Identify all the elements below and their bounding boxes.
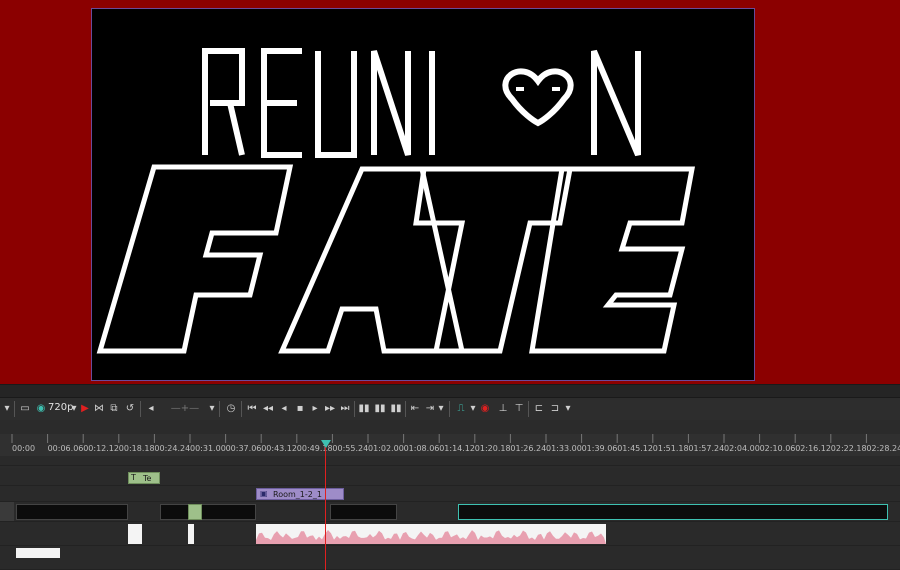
split-icon[interactable]: ⧉ [108, 402, 120, 416]
room-clip-label: Room_1-2_1 [273, 490, 322, 499]
ruler-tick-label: 01:51.18 [652, 444, 689, 453]
ruler-tick-label: 00:00 [12, 444, 36, 453]
ruler-tick-label: 01:33.00 [546, 444, 582, 453]
ruler-tick-label: 01:45.12 [617, 444, 653, 453]
text-clip-label: Te [143, 474, 152, 483]
prev-frame-icon[interactable]: ◂◂ [262, 402, 274, 416]
ruler-tick-label: 02:04.00 [724, 444, 760, 453]
audio-clip[interactable] [256, 524, 606, 544]
toolbar-divider [241, 401, 242, 417]
toolbar-divider [354, 401, 355, 417]
mark-out-icon[interactable]: ⇥ [424, 402, 436, 416]
toolbar-divider [219, 401, 220, 417]
record-icon[interactable]: ▶ [80, 402, 90, 416]
track-head[interactable] [0, 502, 14, 521]
toolbar-divider [528, 401, 529, 417]
loop-icon[interactable]: ↺ [124, 402, 136, 416]
chevron-down-icon[interactable]: ▾ [208, 402, 216, 416]
snap-icon[interactable]: ⎍ [454, 402, 468, 416]
playhead[interactable] [325, 440, 326, 570]
overlay-track: ▣ Room_1-2_1 [0, 486, 900, 502]
ruler-tick-label: 00:55.24 [332, 444, 369, 453]
transition-clip[interactable] [188, 504, 202, 520]
chevron-down-icon[interactable]: ▾ [564, 402, 572, 416]
toolbar-divider [140, 401, 141, 417]
next-frame-icon[interactable]: ▸▸ [324, 402, 336, 416]
text-clip-icon: T [131, 473, 136, 482]
ruler-tick-label: 00:12.12 [83, 444, 119, 453]
toolbar-divider [405, 401, 406, 417]
record-track-icon[interactable]: ◉ [479, 402, 491, 416]
toolbar-divider [449, 401, 450, 417]
marker-icon[interactable]: ▮▮ [358, 402, 370, 416]
video-clip[interactable] [160, 504, 256, 520]
ruler-tick-label: 00:18.18 [118, 444, 155, 453]
panel-splitter[interactable] [0, 384, 900, 398]
timeline-toolbar: ▾ ▭ ◉ 720p ▾ ▶ ⋈ ⧉ ↺ ◂ —+— ▾ ◷ ⏮ ◂◂ ◂ ▪ … [0, 398, 900, 420]
video-clip[interactable] [330, 504, 397, 520]
clock-icon[interactable]: ◷ [224, 402, 238, 416]
mark-in-icon[interactable]: ⇤ [409, 402, 421, 416]
video-track [0, 502, 900, 522]
ruler-tick-label: 01:14.12 [439, 444, 475, 453]
ruler-tick-label: 00:43.12 [261, 444, 297, 453]
trim-icon[interactable]: ⋈ [93, 402, 105, 416]
ruler-tick-label: 01:26.24 [510, 444, 547, 453]
volume-icon[interactable]: ◂ [145, 402, 157, 416]
track-header-row [0, 456, 900, 466]
video-clip-selected[interactable] [458, 504, 888, 520]
stop-icon[interactable]: ▪ [294, 402, 306, 416]
reunion-fate-logo [96, 48, 696, 354]
chevron-down-icon[interactable]: ▾ [437, 402, 445, 416]
text-track: Te T [0, 468, 900, 486]
ruler-tick-label: 01:57.24 [688, 444, 725, 453]
step-back-icon[interactable]: ◂ [278, 402, 290, 416]
ruler-tick-label: 01:39.06 [581, 444, 618, 453]
room-clip[interactable]: ▣ Room_1-2_1 [256, 488, 344, 500]
align-icon[interactable]: ⊤ [513, 402, 525, 416]
audio-clip[interactable] [128, 524, 142, 544]
align-icon[interactable]: ⊥ [497, 402, 509, 416]
play-icon[interactable]: ▸ [309, 402, 321, 416]
ruler-tick-label: 02:10.06 [759, 444, 796, 453]
ruler-tick-label: 01:02.00 [368, 444, 404, 453]
preview-area [0, 0, 900, 384]
video-preview-frame [91, 8, 755, 381]
skip-end-icon[interactable]: ⏭ [339, 402, 351, 416]
zoom-icon[interactable]: ⊏ [533, 402, 545, 416]
chevron-down-icon[interactable]: ▾ [70, 402, 78, 416]
volume-slider[interactable]: —+— [160, 402, 210, 416]
ruler-tick-label: 00:06.06 [47, 444, 84, 453]
ruler-tick-label: 02:22.18 [830, 444, 867, 453]
eye-icon[interactable]: ◉ [35, 402, 47, 416]
zoom-icon[interactable]: ⊐ [549, 402, 561, 416]
timeline-editor: ▾ ▭ ◉ 720p ▾ ▶ ⋈ ⧉ ↺ ◂ —+— ▾ ◷ ⏮ ◂◂ ◂ ▪ … [0, 384, 900, 570]
video-clip[interactable] [16, 504, 128, 520]
text-clip[interactable]: Te T [128, 472, 160, 484]
ruler-tick-label: 02:16.12 [795, 444, 831, 453]
ruler-tick-label: 00:31.00 [190, 444, 226, 453]
marker-icon[interactable]: ▮▮ [390, 402, 402, 416]
chevron-down-icon[interactable]: ▾ [469, 402, 477, 416]
playhead-handle[interactable] [321, 440, 331, 448]
monitor-icon[interactable]: ▭ [18, 402, 32, 416]
ruler-tick-label: 01:20.18 [474, 444, 511, 453]
image-icon: ▣ [260, 489, 268, 498]
audio-clip[interactable] [16, 548, 60, 558]
audio-track [0, 522, 900, 546]
chevron-down-icon[interactable]: ▾ [2, 402, 12, 416]
marker-icon[interactable]: ▮▮ [374, 402, 386, 416]
ruler-tick-label: 00:37.06 [225, 444, 262, 453]
timeline-ruler[interactable]: 00:00 00:06.06 00:12.12 00:18.18 00:24.24 00:… [0, 434, 900, 457]
toolbar-divider [14, 401, 15, 417]
skip-start-icon[interactable]: ⏮ [246, 402, 258, 416]
ruler-tick-label: 02:28.24 [866, 444, 900, 453]
ruler-tick-label: 01:08.06 [403, 444, 440, 453]
audio-clip[interactable] [188, 524, 194, 544]
audio-track-2 [0, 546, 900, 570]
audio-waveform [256, 530, 606, 544]
ruler-tick-label: 00:24.24 [154, 444, 191, 453]
